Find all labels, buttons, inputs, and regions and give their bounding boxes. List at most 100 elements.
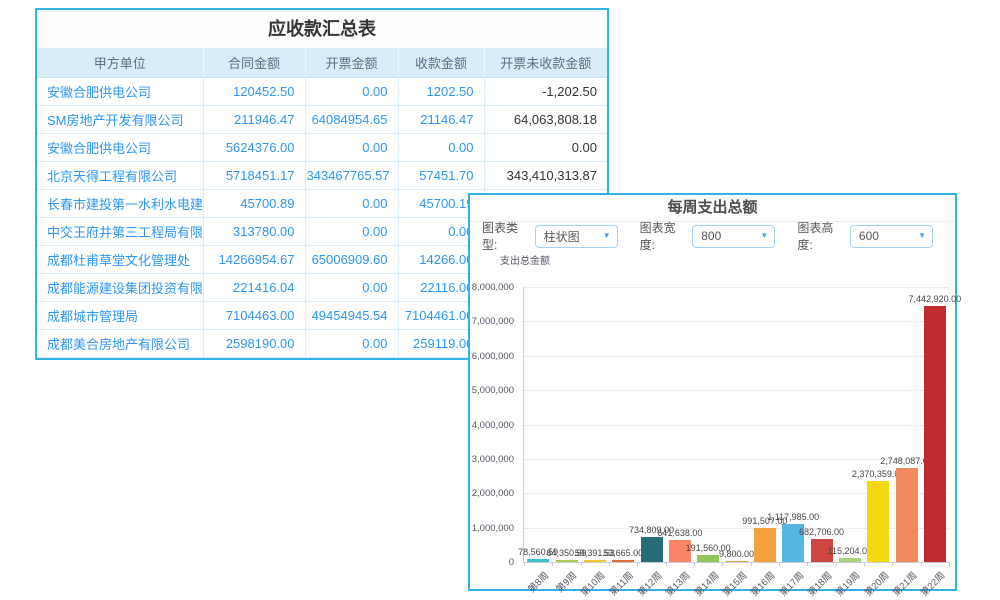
bar <box>612 560 634 562</box>
table-row: 安徽合肥供电公司120452.500.001202.50-1,202.50 <box>37 78 607 106</box>
chart-height-select[interactable]: 600 ▼ <box>850 225 933 248</box>
amount-cell: 49454945.54 <box>305 302 398 330</box>
column-header: 开票未收款金额 <box>484 48 607 78</box>
gridline <box>524 356 949 357</box>
amount-cell: 221416.04 <box>203 274 305 302</box>
bar <box>754 528 776 562</box>
column-header: 合同金额 <box>203 48 305 78</box>
amount-cell: 0.00 <box>305 218 398 246</box>
column-header: 开票金额 <box>305 48 398 78</box>
y-axis-title: 支出总金额 <box>500 252 550 267</box>
x-axis-tick <box>637 562 638 566</box>
bar <box>896 468 918 562</box>
chart-title: 每周支出总额 <box>470 195 955 222</box>
bar-value-label: 9,800.00 <box>719 549 754 559</box>
amount-cell: 0.00 <box>484 134 607 162</box>
chart-controls: 图表类型: 柱状图 ▼ 图表宽度: 800 ▼ 图表高度: 600 ▼ <box>470 222 955 250</box>
company-cell: 成都城市管理局 <box>37 302 203 330</box>
amount-cell: 0.00 <box>305 78 398 106</box>
bar-value-label: 7,442,920.00 <box>909 294 962 304</box>
x-axis-tick <box>666 562 667 566</box>
bar <box>527 559 549 562</box>
chart-height-label: 图表高度: <box>797 219 844 253</box>
company-cell: 安徽合肥供电公司 <box>37 78 203 106</box>
gridline <box>524 321 949 322</box>
x-axis-tick <box>892 562 893 566</box>
company-cell: 安徽合肥供电公司 <box>37 134 203 162</box>
amount-cell: 0.00 <box>305 330 398 358</box>
x-axis-tick <box>949 562 950 566</box>
table-row: SM房地产开发有限公司211946.4764084954.6521146.476… <box>37 106 607 134</box>
chart-width-value: 800 <box>701 229 721 243</box>
amount-cell: 343,410,313.87 <box>484 162 607 190</box>
bar-value-label: 641,638.00 <box>657 528 702 538</box>
amount-cell: 120452.50 <box>203 78 305 106</box>
company-cell: 成都杜甫草堂文化管理处 <box>37 246 203 274</box>
chart-type-control: 图表类型: 柱状图 ▼ <box>482 219 618 253</box>
chevron-down-icon: ▼ <box>603 232 611 240</box>
company-cell: 成都美合房地产有限公司 <box>37 330 203 358</box>
weekly-expense-panel: 每周支出总额 图表类型: 柱状图 ▼ 图表宽度: 800 ▼ 图表高度: 600 <box>468 193 957 591</box>
y-axis-tick-label: 1,000,000 <box>454 523 514 534</box>
receivables-title: 应收款汇总表 <box>37 10 607 48</box>
amount-cell: 1202.50 <box>398 78 484 106</box>
amount-cell: 0.00 <box>305 274 398 302</box>
y-axis-tick-label: 0 <box>454 557 514 568</box>
y-axis-tick-label: 6,000,000 <box>454 351 514 362</box>
y-axis-tick-label: 4,000,000 <box>454 420 514 431</box>
x-axis-tick <box>609 562 610 566</box>
amount-cell: 14266954.67 <box>203 246 305 274</box>
chevron-down-icon: ▼ <box>918 232 926 240</box>
gridline <box>524 425 949 426</box>
column-header: 甲方单位 <box>37 48 203 78</box>
y-axis-tick-label: 7,000,000 <box>454 316 514 327</box>
amount-cell: 57451.70 <box>398 162 484 190</box>
chart-width-label: 图表宽度: <box>640 219 687 253</box>
chevron-down-icon: ▼ <box>760 232 768 240</box>
chart-height-value: 600 <box>859 229 879 243</box>
chart-type-label: 图表类型: <box>482 219 529 253</box>
y-axis-tick-label: 2,000,000 <box>454 488 514 499</box>
desktop: 应收款汇总表 甲方单位合同金额开票金额收款金额开票未收款金额 安徽合肥供电公司1… <box>0 0 1000 600</box>
amount-cell: 2598190.00 <box>203 330 305 358</box>
amount-cell: 343467765.57 <box>305 162 398 190</box>
x-axis-tick <box>722 562 723 566</box>
bar <box>641 537 663 562</box>
chart-width-select[interactable]: 800 ▼ <box>692 225 775 248</box>
amount-cell: 21146.47 <box>398 106 484 134</box>
table-row: 安徽合肥供电公司5624376.000.000.000.00 <box>37 134 607 162</box>
bar-value-label: 682,706.00 <box>799 527 844 537</box>
y-axis-tick-labels: 8,000,0007,000,0006,000,0005,000,0004,00… <box>470 287 518 562</box>
table-row: 北京天得工程有限公司5718451.17343467765.5757451.70… <box>37 162 607 190</box>
chart-type-select[interactable]: 柱状图 ▼ <box>535 225 618 248</box>
bar-value-label: 1,117,985.00 <box>767 512 819 522</box>
x-axis-tick <box>807 562 808 566</box>
company-cell: SM房地产开发有限公司 <box>37 106 203 134</box>
bar <box>839 558 861 562</box>
amount-cell: 313780.00 <box>203 218 305 246</box>
gridline <box>524 287 949 288</box>
amount-cell: 0.00 <box>305 134 398 162</box>
amount-cell: 45700.89 <box>203 190 305 218</box>
gridline <box>524 390 949 391</box>
x-axis-tick <box>751 562 752 566</box>
x-axis-tick <box>552 562 553 566</box>
bar <box>924 306 946 562</box>
amount-cell: 211946.47 <box>203 106 305 134</box>
bar <box>726 561 748 562</box>
amount-cell: 65006909.60 <box>305 246 398 274</box>
amount-cell: 0.00 <box>305 190 398 218</box>
y-axis-tick-label: 8,000,000 <box>454 282 514 293</box>
bar <box>584 560 606 562</box>
x-axis-tick <box>921 562 922 566</box>
bar-value-label: 115,204.00 <box>828 546 872 556</box>
amount-cell: -1,202.50 <box>484 78 607 106</box>
chart-type-value: 柱状图 <box>544 228 580 245</box>
chart-width-control: 图表宽度: 800 ▼ <box>640 219 776 253</box>
amount-cell: 7104463.00 <box>203 302 305 330</box>
plot-area: 78,560.59第8周64,350.59第9周59,391.53第10周53,… <box>523 287 949 563</box>
bar <box>867 481 889 562</box>
table-header-row: 甲方单位合同金额开票金额收款金额开票未收款金额 <box>37 48 607 78</box>
company-cell: 成都能源建设集团投资有限公司 <box>37 274 203 302</box>
company-cell: 中交王府井第三工程局有限公司 <box>37 218 203 246</box>
